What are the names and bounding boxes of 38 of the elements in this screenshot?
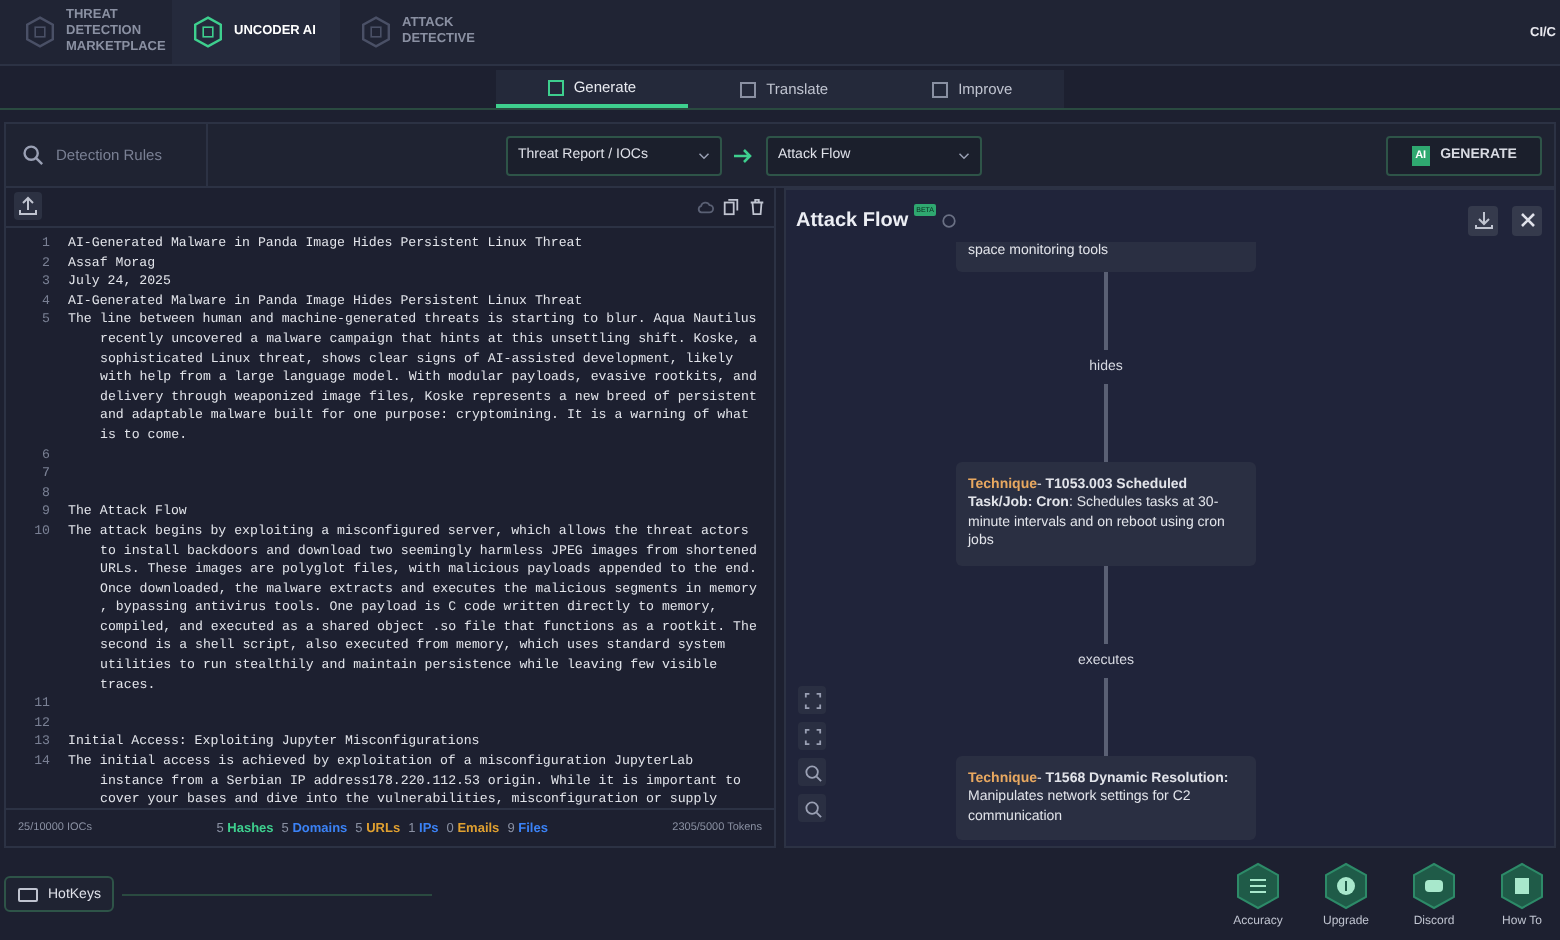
hexagon-icon bbox=[1324, 861, 1368, 909]
hexagon-icon bbox=[360, 16, 392, 48]
magnifier-icon bbox=[803, 763, 821, 781]
cloud-icon[interactable] bbox=[696, 197, 714, 215]
magnifier-icon bbox=[803, 799, 821, 817]
fit-view-button[interactable] bbox=[798, 686, 826, 714]
download-button[interactable] bbox=[1468, 205, 1498, 235]
download-icon bbox=[1473, 210, 1493, 230]
connector-line bbox=[1104, 565, 1108, 643]
copy-icon[interactable] bbox=[722, 197, 740, 215]
arrow-icon bbox=[734, 147, 754, 163]
search-icon bbox=[22, 144, 44, 166]
fullscreen-button[interactable] bbox=[798, 722, 826, 750]
hexagon-icon bbox=[1500, 861, 1544, 909]
hexagon-icon bbox=[192, 16, 224, 48]
tab-icon bbox=[547, 79, 564, 95]
corners-icon bbox=[803, 727, 821, 745]
info-icon[interactable] bbox=[942, 213, 957, 227]
close-button[interactable] bbox=[1512, 205, 1542, 235]
zoom-in-button[interactable] bbox=[798, 758, 826, 786]
connector-line bbox=[1104, 677, 1108, 755]
chevron-down-icon bbox=[958, 151, 970, 159]
upload-icon bbox=[18, 196, 38, 216]
chevron-down-icon bbox=[698, 151, 710, 159]
close-icon bbox=[1519, 212, 1535, 228]
hexagon-icon bbox=[24, 16, 56, 48]
upload-button[interactable] bbox=[14, 192, 42, 220]
hexagon-icon bbox=[1412, 861, 1456, 909]
connector-line bbox=[1104, 271, 1108, 349]
corners-icon bbox=[803, 691, 821, 709]
panel-title: Attack Flow bbox=[796, 209, 909, 231]
hexagon-icon bbox=[1236, 861, 1280, 909]
connector-line bbox=[1104, 383, 1108, 461]
tab-icon bbox=[932, 81, 949, 97]
tab-icon bbox=[740, 81, 757, 97]
trash-icon[interactable] bbox=[748, 197, 766, 215]
zoom-out-button[interactable] bbox=[798, 794, 826, 822]
keyboard-icon bbox=[18, 887, 38, 901]
